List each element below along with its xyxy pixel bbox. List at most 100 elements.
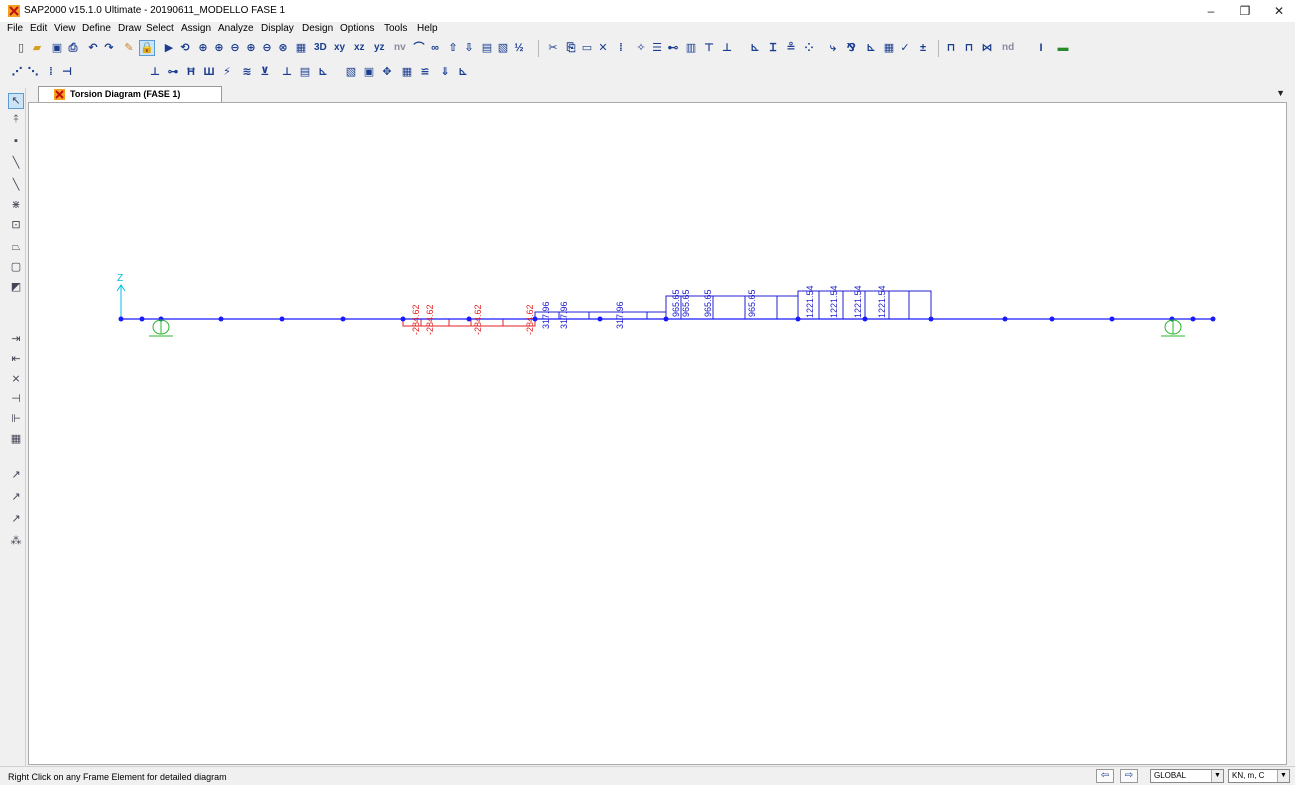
menu-display[interactable]: Display	[261, 23, 294, 34]
up-icon[interactable]: ⇧	[446, 41, 460, 55]
snap-intersection-icon[interactable]: ⁂	[9, 534, 23, 548]
minimize-button[interactable]: –	[1194, 0, 1228, 22]
fraction-icon[interactable]: ½	[512, 41, 526, 55]
redo-icon[interactable]: ↷	[102, 41, 116, 55]
joint[interactable]	[139, 316, 145, 322]
menu-analyze[interactable]: Analyze	[218, 23, 254, 34]
menu-options[interactable]: Options	[340, 23, 374, 34]
menu-tools[interactable]: Tools	[384, 23, 407, 34]
joint[interactable]	[1002, 316, 1008, 322]
restore-view-icon[interactable]: ⊖	[260, 41, 274, 55]
section-icon[interactable]: I	[1034, 41, 1048, 55]
assign-temperature-icon[interactable]: ⊾	[316, 65, 330, 79]
points-icon[interactable]: ⁘	[802, 41, 816, 55]
joint[interactable]	[279, 316, 285, 322]
select-all-icon[interactable]: ▦	[294, 41, 308, 55]
restore-button[interactable]: ❐	[1228, 0, 1262, 22]
section-b-icon[interactable]: ⊥	[720, 41, 734, 55]
snap-end-icon[interactable]: ⁞	[44, 65, 58, 79]
quick-draw-area-icon[interactable]: ◩	[9, 280, 23, 294]
frame-sections-icon[interactable]: ☰	[650, 41, 664, 55]
delete-icon[interactable]: ✕	[596, 41, 610, 55]
pointer-icon[interactable]: ↖	[8, 93, 24, 109]
coordinate-system-select[interactable]: GLOBAL ▼	[1150, 769, 1224, 783]
section-a-icon[interactable]: ⊤	[702, 41, 716, 55]
units-select[interactable]: KN, m, C ▼	[1228, 769, 1290, 783]
snap-icon[interactable]: ⋰	[10, 65, 24, 79]
zoom-out-icon[interactable]: ⊖	[228, 41, 242, 55]
assign-restraint-icon[interactable]: ⊶	[166, 65, 180, 79]
image-icon[interactable]: ▧	[496, 41, 510, 55]
joint[interactable]	[400, 316, 406, 322]
joint[interactable]	[1109, 316, 1115, 322]
assign-point-load-icon[interactable]: ⊻	[258, 65, 272, 79]
paste-icon[interactable]: ▭	[580, 41, 594, 55]
i-beam-icon[interactable]: Ɪ	[766, 41, 780, 55]
show-forces-icon[interactable]: ▦	[400, 65, 414, 79]
spring-icon[interactable]: ≗	[784, 41, 798, 55]
open-icon[interactable]: ▰	[30, 41, 44, 55]
quick-draw-frame-icon[interactable]: ╲	[9, 178, 23, 192]
show-undeformed-icon[interactable]: ▧	[344, 65, 358, 79]
joint[interactable]	[795, 316, 801, 322]
nd-icon[interactable]: nd	[1002, 42, 1014, 53]
table-icon[interactable]: ▦	[882, 41, 896, 55]
pan-icon[interactable]: ⊕	[244, 41, 258, 55]
zoom-in-icon[interactable]: ⊕	[212, 41, 226, 55]
menu-select[interactable]: Select	[146, 23, 174, 34]
xy-view-button[interactable]: xy	[334, 42, 345, 53]
draw-section-cut-icon[interactable]: ⊡	[9, 218, 23, 232]
snap-all-icon[interactable]: ↗	[9, 468, 23, 482]
previous-arrow-icon[interactable]: ⇦	[1096, 769, 1114, 783]
assign-frame-icon[interactable]: Ħ	[184, 65, 198, 79]
deformed-shape-icon[interactable]: ⤷	[826, 41, 840, 55]
menu-design[interactable]: Design	[302, 23, 333, 34]
snap-grid-icon[interactable]: ↗	[9, 512, 23, 526]
model-view-canvas[interactable]: Z -284.62 -284.62 -284.62 -284.62 317.96…	[28, 102, 1287, 765]
new-icon[interactable]: ▯	[14, 41, 28, 55]
snap-mid-icon[interactable]: ⋱	[26, 65, 40, 79]
show-plot-icon[interactable]: ⊾	[456, 65, 470, 79]
area-icon[interactable]: ▥	[684, 41, 698, 55]
lock-icon[interactable]: 🔒	[139, 40, 155, 56]
undo-icon[interactable]: ↶	[86, 41, 100, 55]
vertical-scrollbar[interactable]	[1287, 102, 1295, 765]
tab-list-dropdown-icon[interactable]: ▼	[1276, 88, 1285, 98]
reshape-icon[interactable]: ⤉	[9, 112, 23, 126]
save-icon[interactable]: ▣	[50, 41, 64, 55]
select-previous-icon[interactable]: ⇤	[9, 352, 23, 366]
perspective-icon[interactable]: ⌒	[412, 41, 426, 55]
design-check-icon[interactable]: ✓	[898, 41, 912, 55]
truss-icon[interactable]: ⋈	[980, 41, 994, 55]
assign-area-load-icon[interactable]: ▤	[298, 65, 312, 79]
menu-file[interactable]: File	[7, 23, 23, 34]
assign-area-icon[interactable]: ⊥	[280, 65, 294, 79]
joint[interactable]	[118, 316, 124, 322]
select-all-frames-icon[interactable]: ⇥	[9, 332, 23, 346]
snap-ps-icon[interactable]: ↗	[9, 490, 23, 504]
joint[interactable]	[597, 316, 603, 322]
show-deformed-icon[interactable]: ✥	[380, 65, 394, 79]
show-virtual-work-icon[interactable]: ⇓	[438, 65, 452, 79]
pencil-icon[interactable]: ✎	[122, 41, 136, 55]
joint[interactable]	[466, 316, 472, 322]
show-loads-icon[interactable]: ▣	[362, 65, 376, 79]
rubber-band-zoom-icon[interactable]: ⊕	[196, 41, 210, 55]
menu-help[interactable]: Help	[417, 23, 438, 34]
3d-view-button[interactable]: 3D	[314, 42, 327, 53]
draw-rect-area-icon[interactable]: ▢	[9, 260, 23, 274]
support-left[interactable]	[149, 319, 173, 337]
joint[interactable]	[1190, 316, 1196, 322]
select-grid-icon[interactable]: ▦	[9, 432, 23, 446]
joint[interactable]	[928, 316, 934, 322]
next-arrow-icon[interactable]: ⇨	[1120, 769, 1138, 783]
draw-poly-area-icon[interactable]: ⏢	[9, 240, 23, 254]
assign-section-icon[interactable]: Ш	[202, 65, 216, 79]
joint[interactable]	[862, 316, 868, 322]
nv-view-button[interactable]: nv	[394, 42, 406, 53]
copy-icon[interactable]: ⎘	[564, 41, 578, 55]
cut-icon[interactable]: ✂	[546, 41, 560, 55]
draw-frame-icon[interactable]: ╲	[9, 156, 23, 170]
joint[interactable]	[218, 316, 224, 322]
assign-joint-icon[interactable]: ⊥	[148, 65, 162, 79]
